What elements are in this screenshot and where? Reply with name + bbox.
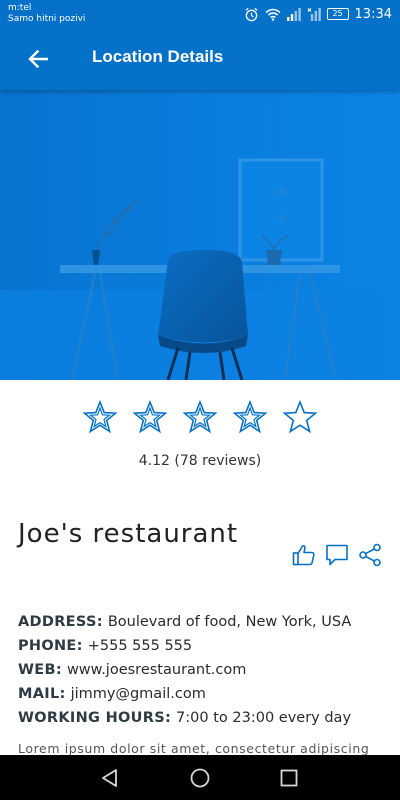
- system-nav-bar: [0, 755, 400, 800]
- web-row[interactable]: WEB: www.joesrestaurant.com: [18, 658, 390, 682]
- hours-value: 7:00 to 23:00 every day: [176, 710, 352, 726]
- mail-value[interactable]: jimmy@gmail.com: [71, 686, 206, 702]
- hours-label: WORKING HOURS:: [18, 710, 172, 726]
- star-2-icon[interactable]: [133, 400, 167, 434]
- battery-icon: 25: [326, 8, 349, 20]
- location-details: ADDRESS: Boulevard of food, New York, USA…: [18, 610, 390, 730]
- status-bar: m:tel Samo hitni pozivi 25 13:34: [0, 0, 400, 28]
- comment-icon[interactable]: [325, 543, 349, 567]
- share-icon[interactable]: [358, 543, 382, 567]
- carrier-note: Samo hitni pozivi: [8, 14, 86, 24]
- place-actions: [292, 543, 382, 567]
- wifi-icon: [265, 8, 281, 21]
- carrier-info: m:tel Samo hitni pozivi: [8, 3, 85, 25]
- location-photo: [0, 90, 400, 380]
- home-circle-icon[interactable]: [188, 766, 212, 790]
- rating-stars: [0, 400, 400, 434]
- chair-and-desk-photo: [0, 90, 400, 380]
- address-row: ADDRESS: Boulevard of food, New York, USA: [18, 610, 390, 634]
- description-text: Lorem ipsum dolor sit amet, consectetur …: [18, 741, 370, 756]
- mail-row[interactable]: MAIL: jimmy@gmail.com: [18, 682, 390, 706]
- star-3-icon[interactable]: [183, 400, 217, 434]
- status-icons: 25 13:34: [244, 5, 392, 23]
- app-bar: Location Details: [0, 28, 400, 90]
- recents-square-icon[interactable]: [277, 766, 301, 790]
- address-label: ADDRESS:: [18, 614, 103, 630]
- phone-row[interactable]: PHONE: +555 555 555: [18, 634, 390, 658]
- arrow-left-icon: [28, 50, 48, 68]
- hours-row: WORKING HOURS: 7:00 to 23:00 every day: [18, 706, 390, 730]
- star-1-icon[interactable]: [83, 400, 117, 434]
- back-button[interactable]: [22, 45, 54, 73]
- back-triangle-icon[interactable]: [98, 766, 122, 790]
- status-time: 13:34: [354, 6, 392, 22]
- signal-icon: [286, 7, 301, 21]
- thumbs-up-icon[interactable]: [292, 543, 316, 567]
- web-label: WEB:: [18, 662, 62, 678]
- phone-label: PHONE:: [18, 638, 83, 654]
- rating-summary: 4.12 (78 reviews): [138, 453, 262, 469]
- web-value[interactable]: www.joesrestaurant.com: [67, 662, 246, 678]
- page-title: Location Details: [92, 47, 224, 66]
- star-4-icon[interactable]: [233, 400, 267, 434]
- carrier-name: m:tel: [8, 3, 32, 13]
- mail-label: MAIL:: [18, 686, 66, 702]
- place-name: Joe's restaurant: [18, 519, 239, 549]
- alarm-icon: [244, 7, 258, 21]
- phone-value[interactable]: +555 555 555: [88, 638, 192, 654]
- address-value: Boulevard of food, New York, USA: [107, 614, 352, 630]
- star-5-icon[interactable]: [283, 400, 317, 434]
- signal-no-sim-icon: [307, 7, 321, 21]
